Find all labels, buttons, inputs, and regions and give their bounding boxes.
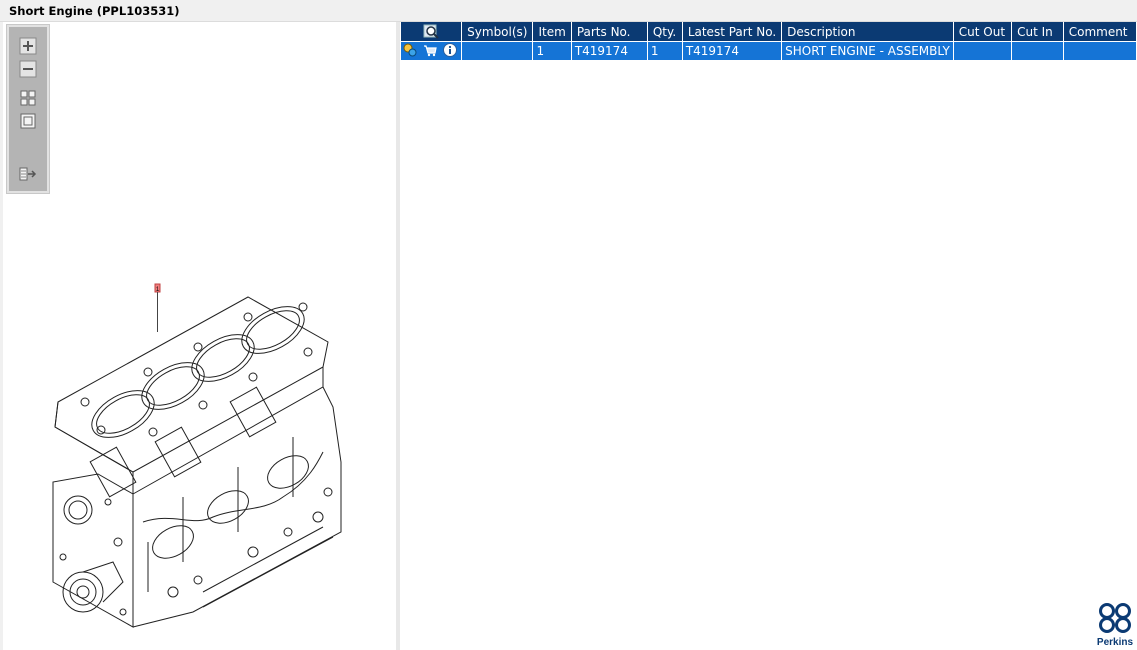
page-title: Short Engine (PPL103531) (9, 4, 180, 18)
column-header-qty[interactable]: Qty. (647, 22, 683, 42)
info-icon[interactable] (442, 42, 457, 60)
engine-block-drawing[interactable]: 1 (23, 262, 363, 637)
zoom-in-icon[interactable] (19, 37, 37, 55)
column-header-comment[interactable]: Comment (1063, 22, 1137, 42)
search-view-icon[interactable] (423, 24, 439, 39)
table-row[interactable]: 1 T419174 1 T419174 SHORT ENGINE - ASSEM… (401, 41, 1137, 60)
parts-table: Symbol(s) Item Parts No. Qty. Latest Par… (401, 22, 1137, 60)
column-header-latest-part-no[interactable]: Latest Part No. (682, 22, 783, 42)
title-bar: Short Engine (PPL103531) (0, 0, 1137, 22)
column-header-symbols[interactable]: Symbol(s) (461, 22, 534, 42)
zoom-out-icon[interactable] (19, 60, 37, 78)
cell-comment (1063, 41, 1137, 60)
column-header-parts-no[interactable]: Parts No. (571, 22, 648, 42)
export-icon[interactable] (19, 165, 37, 183)
column-header-cut-in[interactable]: Cut In (1011, 22, 1064, 42)
cell-part-no: T419174 (571, 41, 648, 60)
column-header-description[interactable]: Description (781, 22, 954, 42)
illustration-pane[interactable]: 1 (3, 22, 396, 650)
cell-latest-part-no: T419174 (682, 41, 783, 60)
cell-cut-in (1011, 41, 1064, 60)
actual-size-icon[interactable] (19, 112, 37, 130)
row-icons-cell (401, 41, 463, 60)
column-header-view[interactable] (401, 22, 463, 42)
cell-cut-out (953, 41, 1013, 60)
illustration-toolbar (6, 24, 50, 194)
cart-icon[interactable] (423, 43, 437, 60)
cell-description: SHORT ENGINE - ASSEMBLY (781, 41, 954, 60)
cell-item: 1 (532, 41, 572, 60)
brand-name: Perkins (1096, 637, 1134, 648)
cell-qty: 1 (647, 41, 683, 60)
cell-symbols (461, 41, 534, 60)
parts-list-pane: Symbol(s) Item Parts No. Qty. Latest Par… (400, 22, 1137, 650)
table-header-row: Symbol(s) Item Parts No. Qty. Latest Par… (401, 22, 1137, 42)
column-header-item[interactable]: Item (532, 22, 572, 42)
part-status-icon[interactable] (403, 43, 417, 60)
column-header-cut-out[interactable]: Cut Out (953, 22, 1013, 42)
brand-logo: Perkins (1095, 602, 1135, 648)
perkins-logo-icon (1099, 603, 1131, 633)
fit-all-icon[interactable] (19, 89, 37, 107)
